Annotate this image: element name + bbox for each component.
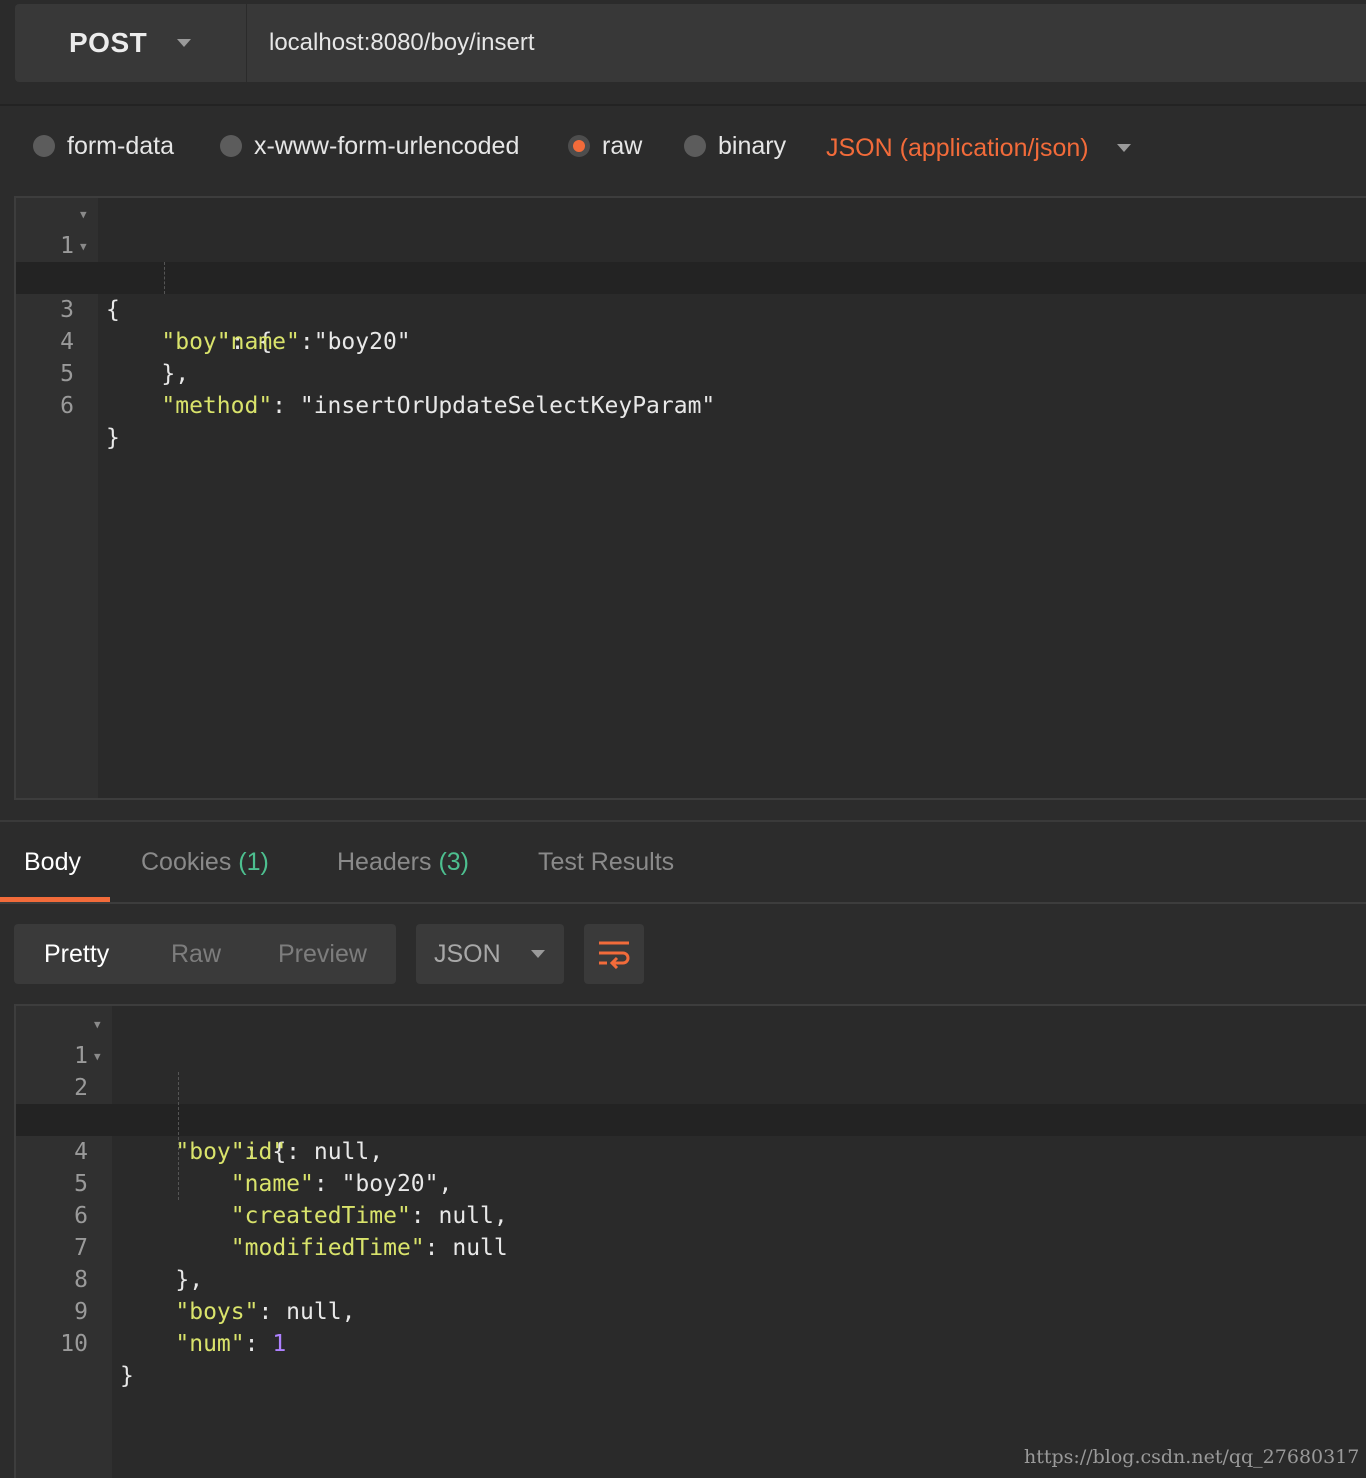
watermark-text: https://blog.csdn.net/qq_27680317	[1024, 1446, 1360, 1468]
code-text: "num": 1	[175, 1331, 287, 1357]
url-input[interactable]: localhost:8080/boy/insert	[247, 4, 1366, 82]
radio-selected-icon	[568, 135, 590, 157]
response-body-viewer[interactable]: 1 ▼ { 2 ▼ "boy": { 3 "id": null, 4 "name…	[14, 1004, 1366, 1478]
fold-arrow-icon[interactable]: ▼	[94, 1009, 101, 1041]
code-line: 7 },	[16, 1200, 1366, 1293]
url-text: localhost:8080/boy/insert	[269, 29, 535, 56]
chevron-down-icon	[530, 950, 545, 958]
radio-label: x-www-form-urlencoded	[254, 131, 520, 160]
code-line: 8 "boys": null,	[16, 1232, 1366, 1325]
code-line-active: 4 "name": "boy20",	[16, 1104, 1366, 1197]
code-line: 6 "modifiedTime": null	[16, 1168, 1366, 1261]
radio-circle-icon	[33, 135, 55, 157]
radio-x-www-form-urlencoded[interactable]: x-www-form-urlencoded	[220, 126, 519, 166]
code-line-active: 3 "name":"boy20"	[16, 262, 1366, 355]
view-pretty-button[interactable]: Pretty	[44, 940, 109, 969]
code-line: 4 },	[16, 294, 1366, 387]
radio-form-data[interactable]: form-data	[33, 126, 174, 166]
code-line: 1 ▼ {	[16, 1008, 1366, 1133]
count-badge: (1)	[238, 848, 269, 876]
code-text: "method": "insertOrUpdateSelectKeyParam"	[161, 393, 716, 419]
code-line: 10 }	[16, 1296, 1366, 1389]
content-type-label: JSON (application/json)	[826, 133, 1089, 162]
code-line: 2 ▼ "boy": {	[16, 230, 1366, 355]
code-line: 1 ▼ {	[16, 198, 1366, 323]
radio-label: raw	[602, 131, 643, 160]
code-text: }	[106, 425, 120, 451]
chevron-down-icon	[177, 39, 192, 47]
tab-test-results[interactable]: Test Results	[538, 848, 674, 877]
wrap-lines-icon	[599, 941, 630, 969]
tab-body[interactable]: Body	[24, 848, 81, 877]
wrap-lines-button[interactable]	[584, 924, 644, 984]
fold-arrow-icon[interactable]: ▼	[80, 231, 87, 263]
body-type-row	[0, 106, 1366, 196]
radio-circle-icon	[220, 135, 242, 157]
fold-arrow-icon[interactable]: ▼	[94, 1041, 101, 1073]
method-label: POST	[69, 27, 148, 58]
indent-guide	[178, 1072, 179, 1200]
view-preview-button[interactable]: Preview	[278, 940, 367, 969]
code-line: 3 "id": null,	[16, 1072, 1366, 1165]
fold-arrow-icon[interactable]: ▼	[80, 199, 87, 231]
radio-label: form-data	[67, 131, 174, 160]
request-body-editor[interactable]: 1 ▼ { 2 ▼ "boy": { 3 "name":"boy20" 4 },…	[14, 196, 1366, 800]
method-select[interactable]: POST	[15, 4, 246, 82]
divider	[0, 902, 1366, 904]
line-number: 10	[60, 1331, 88, 1357]
content-type-select[interactable]: JSON (application/json)	[826, 128, 1131, 168]
radio-circle-icon	[684, 135, 706, 157]
code-line: 5 "method": "insertOrUpdateSelectKeyPara…	[16, 326, 1366, 419]
format-label: JSON	[434, 939, 501, 968]
radio-label: binary	[718, 131, 787, 160]
radio-binary[interactable]: binary	[684, 126, 786, 166]
line-number: 6	[60, 393, 74, 419]
code-line: 9 "num": 1	[16, 1264, 1366, 1357]
view-raw-button[interactable]: Raw	[171, 940, 221, 969]
tab-label: Headers	[337, 848, 432, 876]
format-select[interactable]: JSON	[416, 924, 564, 984]
code-line: 5 "createdTime": null,	[16, 1136, 1366, 1229]
code-line: 6 }	[16, 358, 1366, 451]
chevron-down-icon	[1116, 144, 1131, 152]
tab-cookies[interactable]: Cookies (1)	[141, 848, 269, 877]
tab-headers[interactable]: Headers (3)	[337, 848, 469, 877]
indent-guide	[164, 262, 165, 294]
count-badge: (3)	[438, 848, 470, 876]
radio-raw[interactable]: raw	[568, 126, 642, 166]
code-line: 2 ▼ "boy": {	[16, 1040, 1366, 1165]
tab-label: Cookies	[141, 848, 232, 876]
code-text: }	[120, 1363, 134, 1389]
